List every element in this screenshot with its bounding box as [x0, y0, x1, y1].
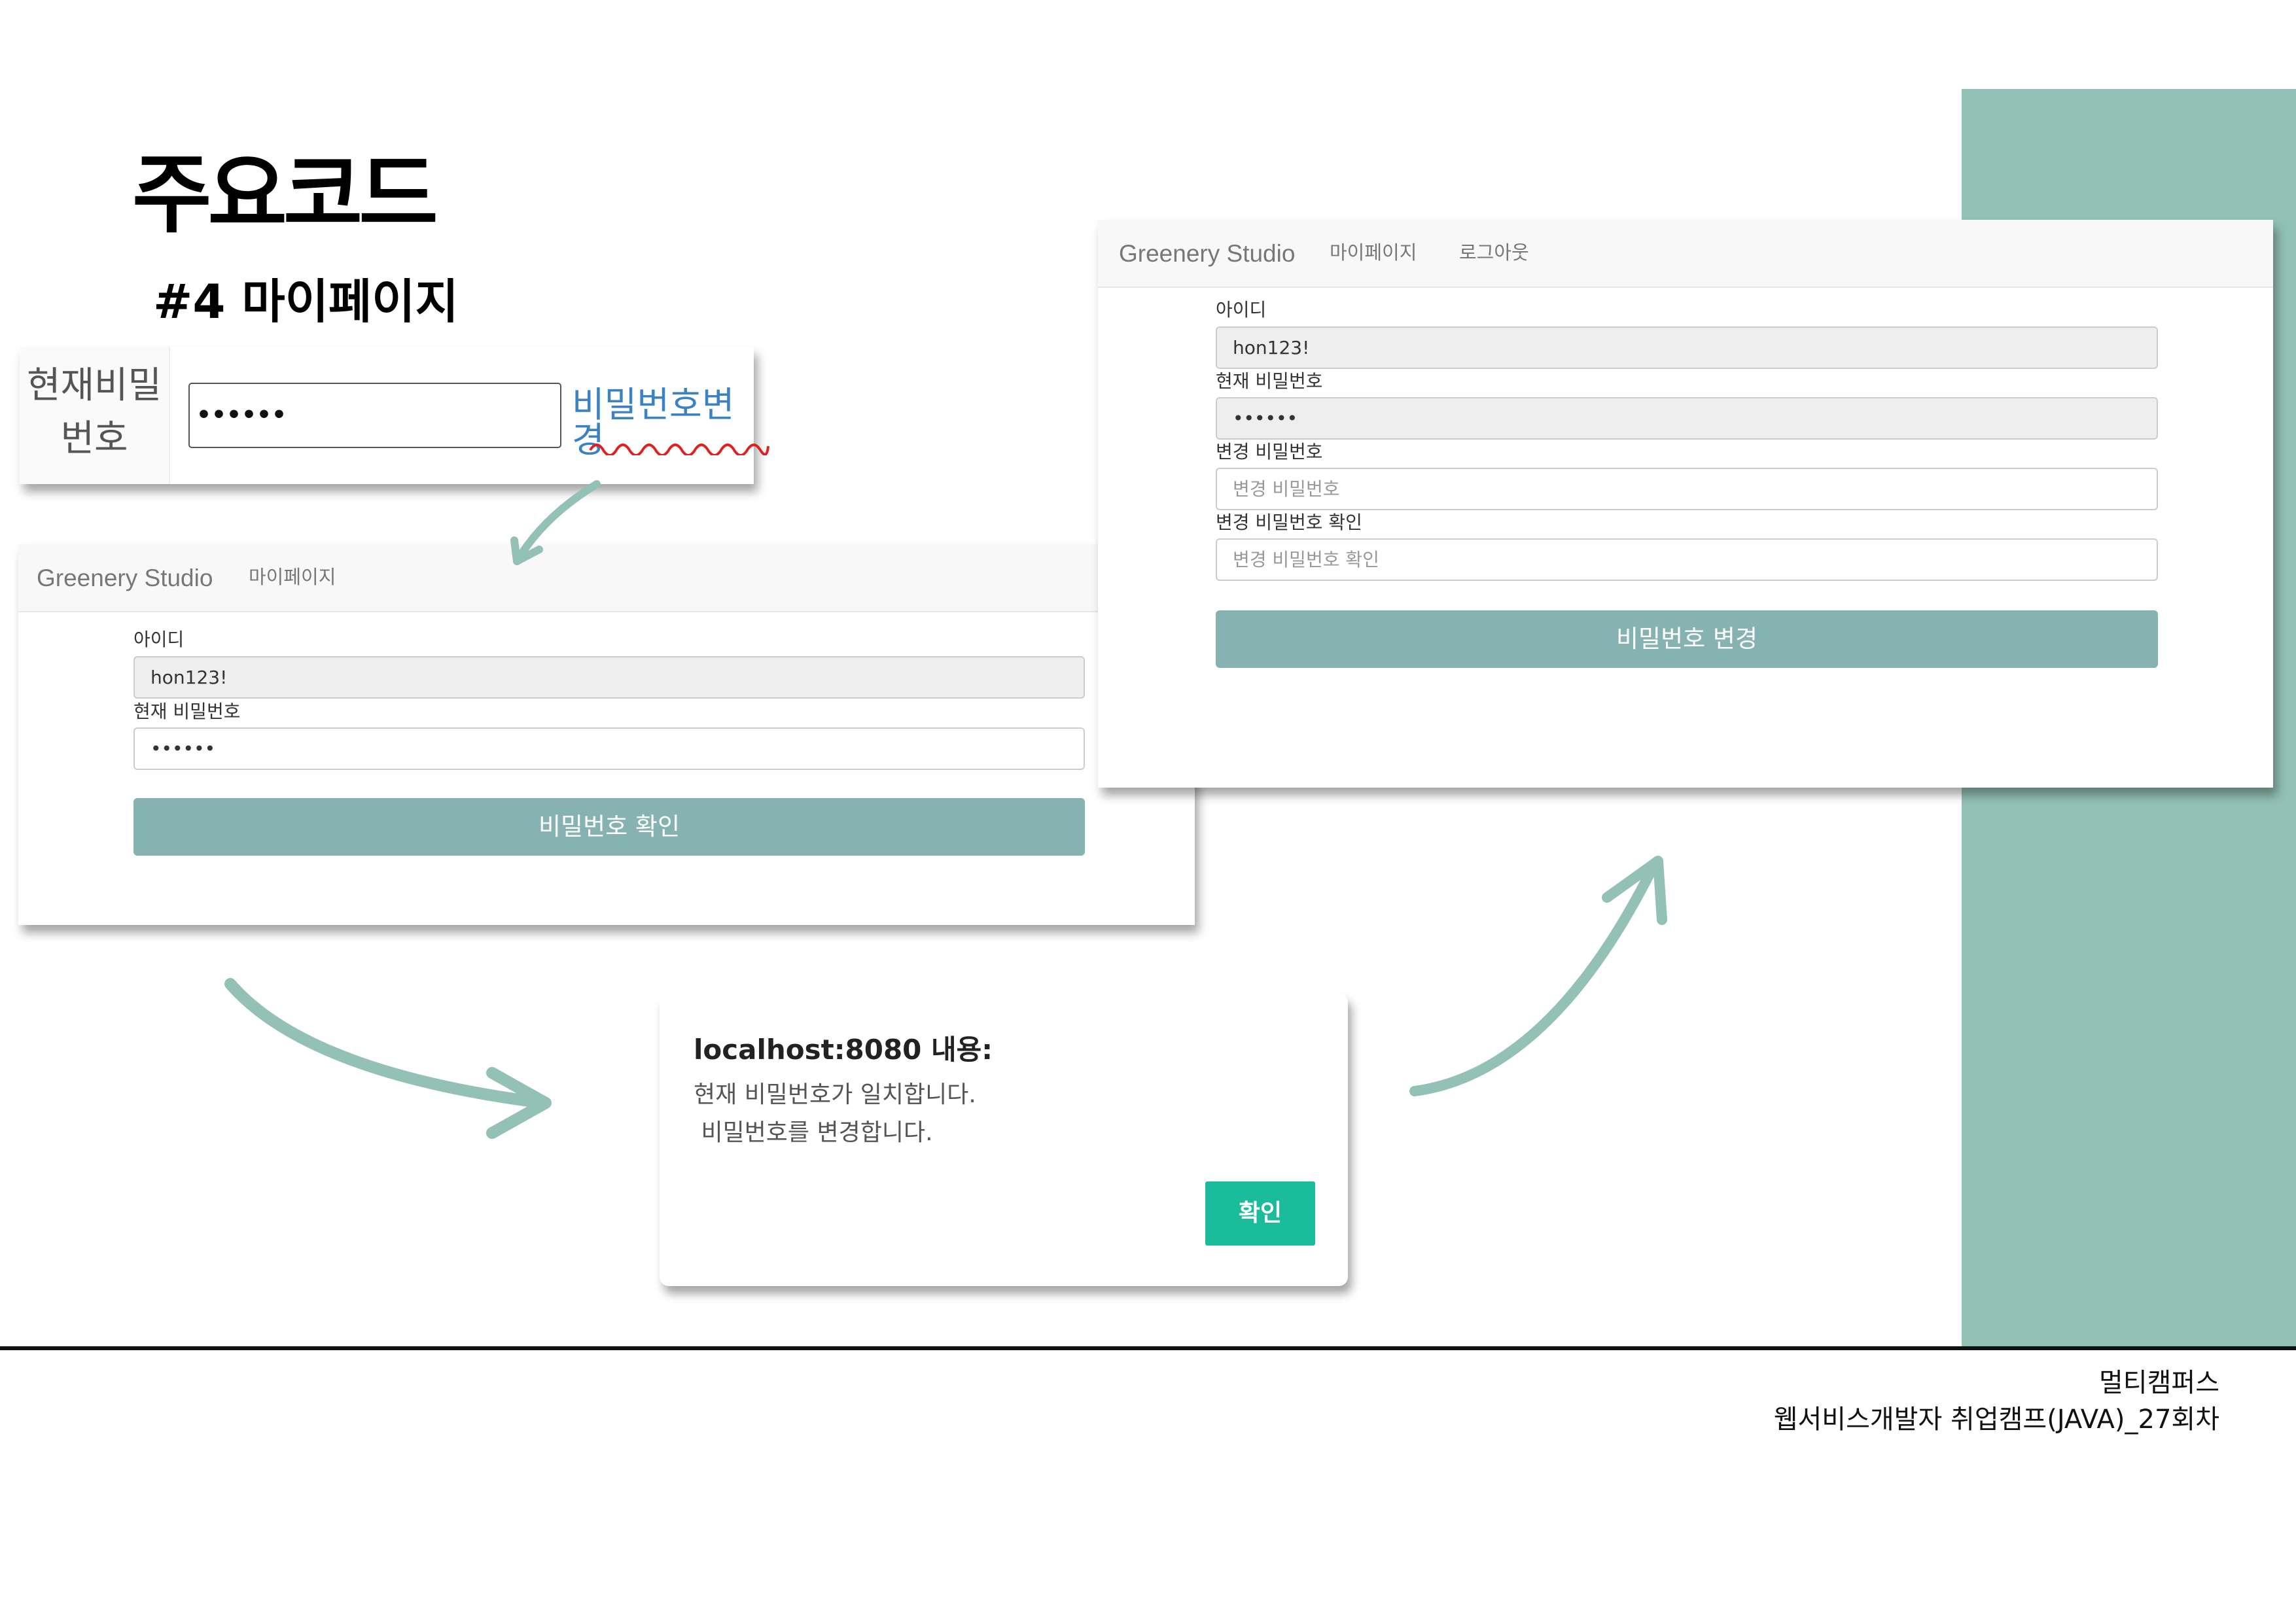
arrow-down-icon [510, 480, 601, 565]
footer-line-1: 멀티캠퍼스 [2099, 1368, 2219, 1398]
arrow-right-icon [224, 978, 552, 1139]
footer-line-2: 웹서비스개발자 취업캠프(JAVA)_27회차 [1773, 1405, 2219, 1435]
footer-divider [0, 1346, 2296, 1350]
arrow-up-right-icon [1409, 856, 1667, 1096]
flow-arrows [224, 480, 1667, 1139]
